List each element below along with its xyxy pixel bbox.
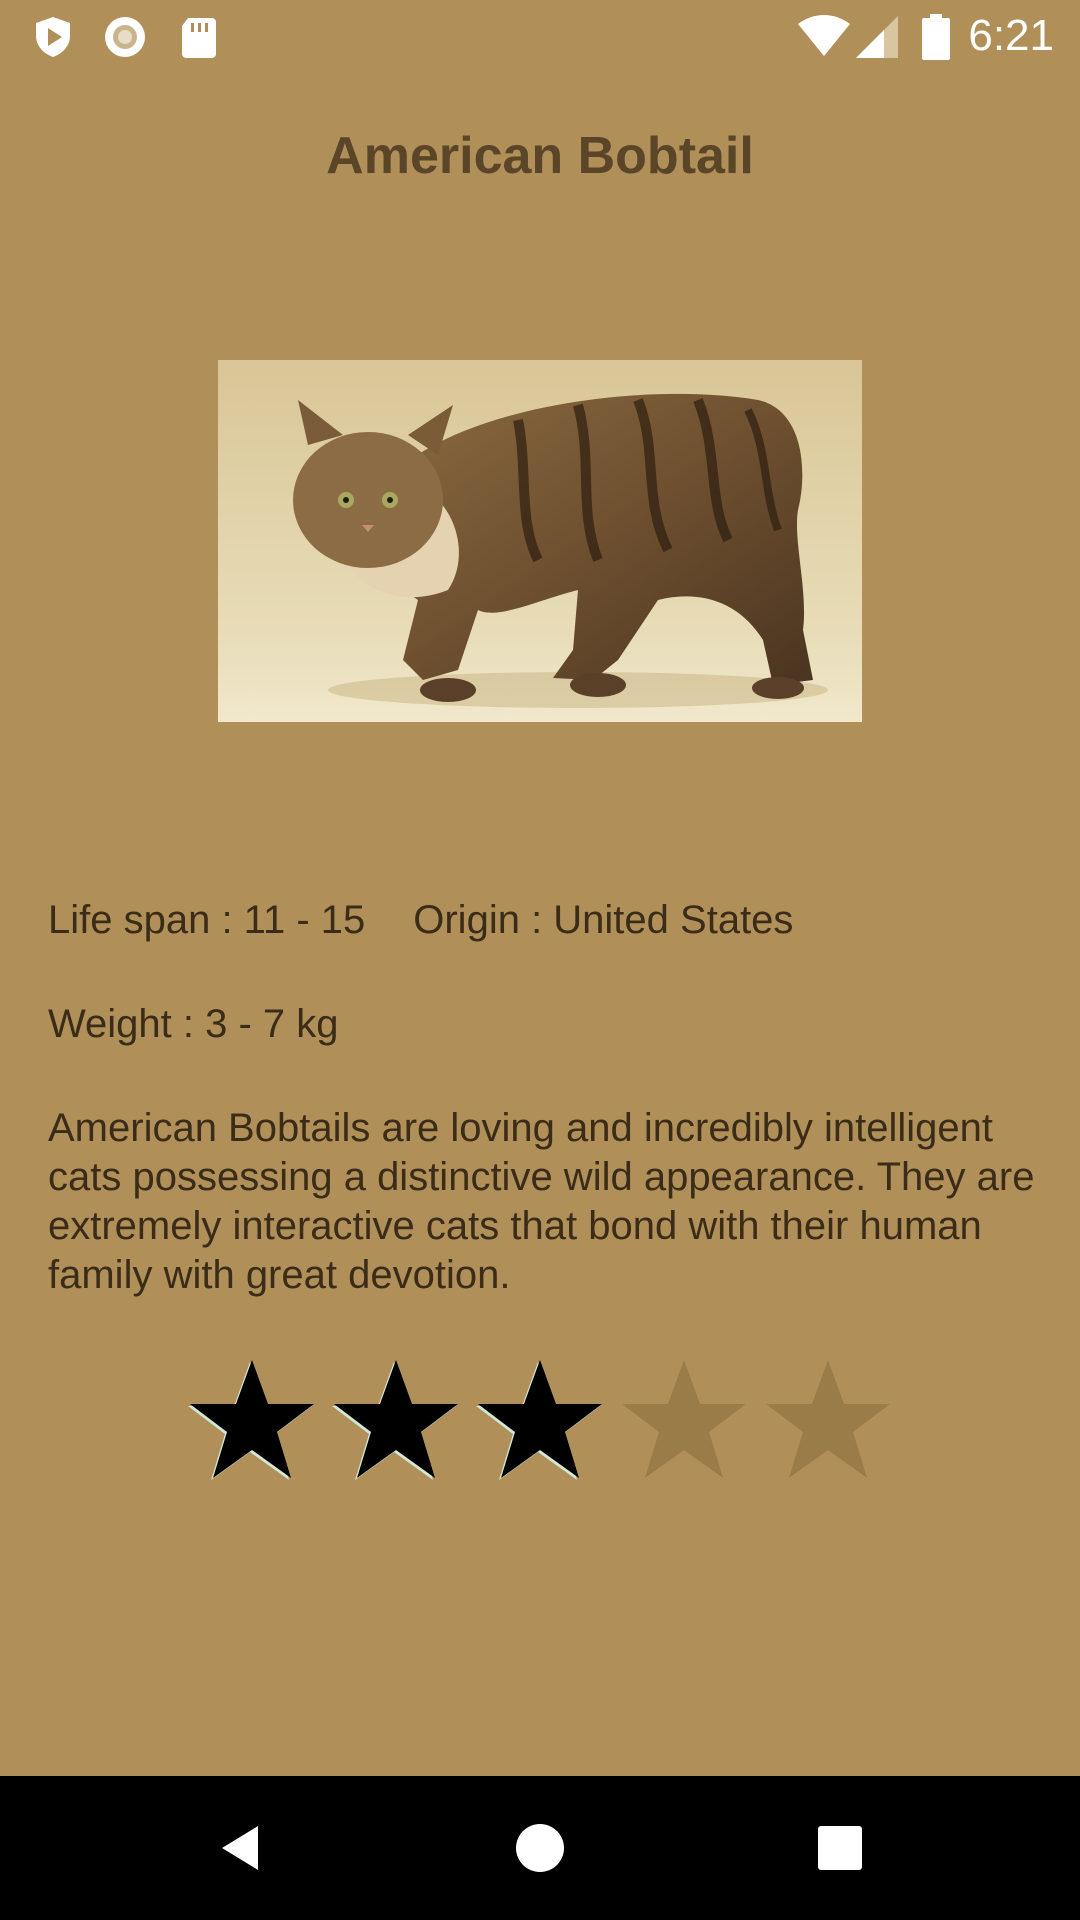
- star-filled-icon[interactable]: [476, 1358, 604, 1482]
- status-time: 6:21: [968, 11, 1054, 60]
- battery-icon: [920, 14, 952, 60]
- back-icon[interactable]: [210, 1818, 270, 1878]
- star-empty-icon[interactable]: [620, 1358, 748, 1482]
- rating-bar[interactable]: [188, 1358, 908, 1488]
- breed-stats-row: Life span : 11 - 15 Origin : United State…: [48, 896, 793, 944]
- record-icon: [102, 14, 148, 60]
- life-span-text: Life span : 11 - 15: [48, 898, 366, 942]
- star-filled-icon[interactable]: [332, 1358, 460, 1482]
- home-icon[interactable]: [510, 1818, 570, 1878]
- breed-detail-screen: 6:21 American Bobtail Life span: 11 - 1…: [0, 0, 1080, 1920]
- weight-text: Weight : 3 - 7 kg: [48, 1002, 339, 1046]
- recents-icon[interactable]: [810, 1818, 870, 1878]
- cell-signal-icon: [854, 14, 900, 60]
- status-bar: 6:21: [0, 0, 1080, 72]
- breed-photo: [218, 360, 862, 722]
- description-line: American Bobtails are loving and incredi…: [48, 1106, 993, 1150]
- breed-description: American Bobtails are loving and incredi…: [48, 1104, 1078, 1300]
- description-line: cats possessing a distinctive wild appea…: [48, 1155, 1035, 1199]
- navigation-bar: [0, 1776, 1080, 1920]
- description-line: extremely interactive cats that bond wit…: [48, 1204, 982, 1248]
- breed-title: American Bobtail: [326, 127, 754, 185]
- origin-text: Origin : United States: [413, 898, 794, 942]
- wifi-icon: [796, 14, 852, 60]
- shield-play-icon: [30, 14, 76, 60]
- sd-card-icon: [176, 14, 222, 60]
- star-empty-icon[interactable]: [764, 1358, 892, 1482]
- star-filled-icon[interactable]: [188, 1358, 316, 1482]
- description-line: family with great devotion.: [48, 1253, 511, 1297]
